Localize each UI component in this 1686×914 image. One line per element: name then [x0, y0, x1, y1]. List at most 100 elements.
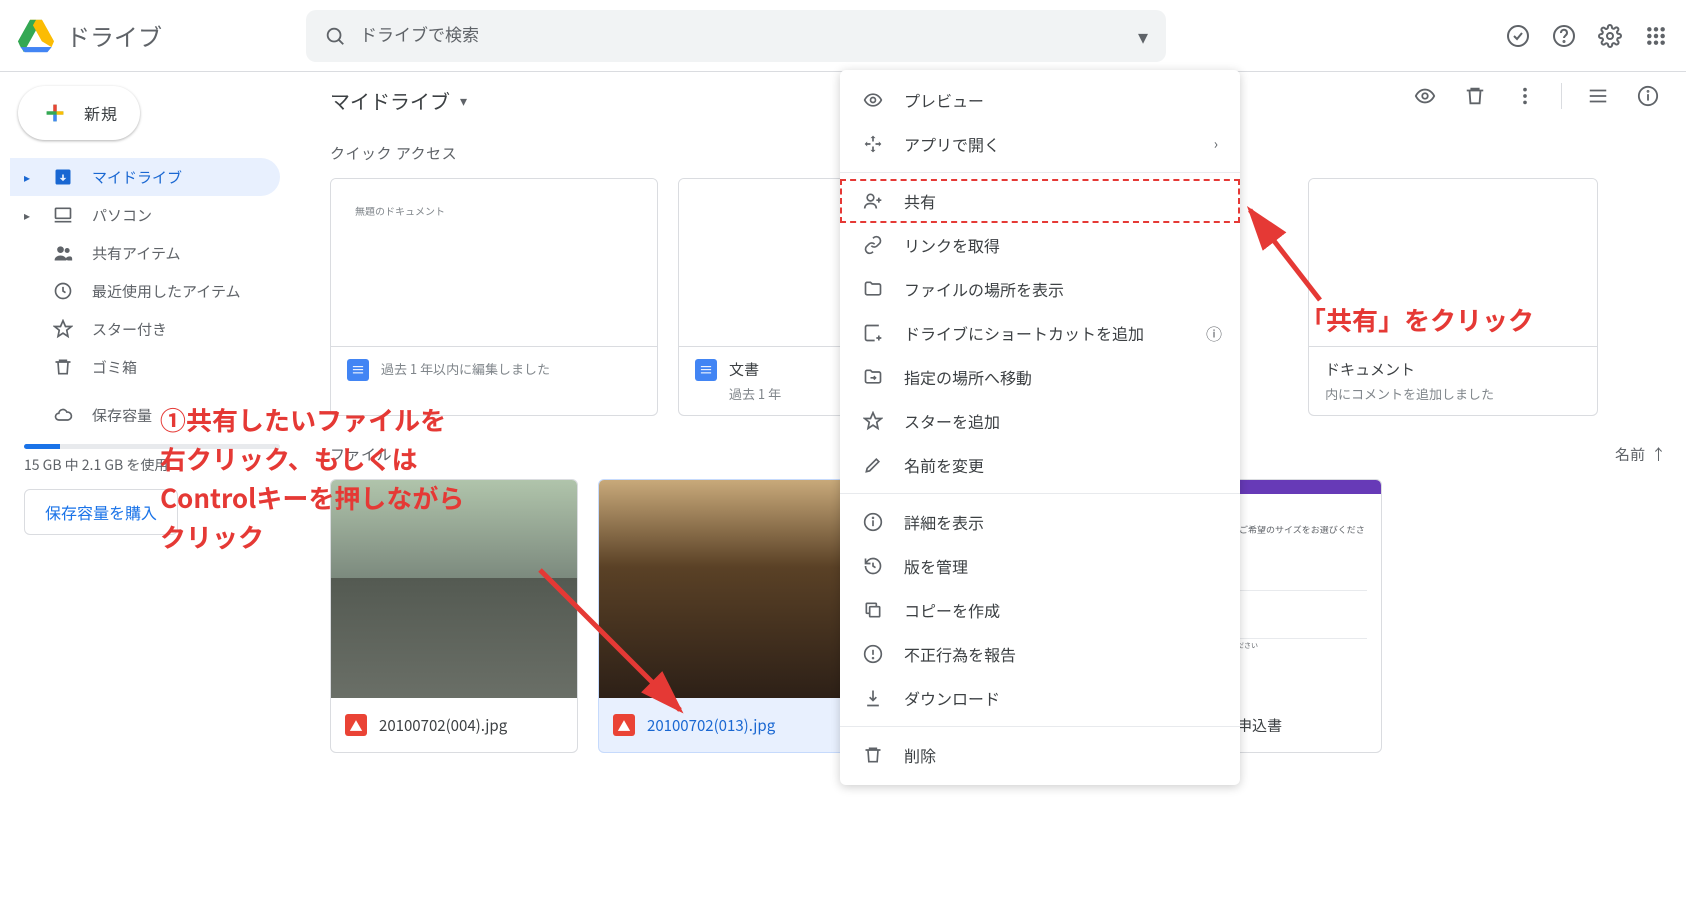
eye-icon: [862, 89, 884, 111]
header: ドライブ ▾: [0, 0, 1686, 72]
ready-offline-icon[interactable]: [1504, 22, 1532, 50]
file-thumbnail: [599, 480, 845, 698]
open-with-icon: [862, 133, 884, 155]
help-icon[interactable]: [1550, 22, 1578, 50]
cm-delete[interactable]: 削除: [840, 733, 1240, 777]
docs-icon: ≡: [347, 359, 369, 381]
list-view-icon[interactable]: [1584, 82, 1612, 110]
annotation-step2: 「共有」をクリック: [1300, 300, 1534, 339]
trash-icon: [52, 356, 74, 378]
chevron-right-icon: ›: [1214, 134, 1218, 154]
cm-move-to[interactable]: 指定の場所へ移動: [840, 355, 1240, 399]
link-icon: [862, 234, 884, 256]
cm-add-shortcut[interactable]: ドライブにショートカットを追加ⓘ: [840, 311, 1240, 355]
arrow-up-icon: ↑: [1651, 444, 1666, 465]
docs-icon: ≡: [695, 359, 717, 381]
copy-icon: [862, 599, 884, 621]
sidebar-item-label: パソコン: [92, 205, 152, 226]
dropdown-icon[interactable]: ▾: [460, 91, 467, 111]
new-button[interactable]: 新規: [18, 86, 140, 140]
card-subtitle: 過去 1 年: [729, 384, 781, 403]
rename-icon: [862, 454, 884, 476]
cm-rename[interactable]: 名前を変更: [840, 443, 1240, 487]
sort-button[interactable]: 名前 ↑: [1615, 444, 1666, 465]
move-icon: [862, 366, 884, 388]
sort-label: 名前: [1615, 444, 1645, 465]
cm-share[interactable]: 共有: [840, 179, 1240, 223]
more-icon[interactable]: [1511, 82, 1539, 110]
sidebar-item-recent[interactable]: 最近使用したアイテム: [10, 272, 280, 310]
buy-storage-button[interactable]: 保存容量を購入: [24, 489, 178, 535]
plus-icon: [40, 98, 70, 128]
expand-icon[interactable]: ▸: [24, 169, 34, 186]
logo-area: ドライブ: [16, 16, 306, 56]
cm-open-with[interactable]: アプリで開く›: [840, 122, 1240, 166]
apps-icon[interactable]: [1642, 22, 1670, 50]
drive-logo-icon[interactable]: [16, 16, 56, 56]
card-subtitle: 過去 1 年以内に編集しました: [381, 359, 550, 378]
sidebar-item-label: スター付き: [92, 319, 167, 340]
card-title: 文書: [729, 359, 781, 380]
info-icon[interactable]: [1634, 82, 1662, 110]
cloud-icon: [52, 404, 74, 426]
sidebar-item-label: 共有アイテム: [92, 243, 181, 264]
help-icon: ⓘ: [1206, 321, 1222, 345]
card-subtitle: 内にコメントを追加しました: [1325, 384, 1494, 403]
search-icon[interactable]: [324, 25, 346, 47]
recent-icon: [52, 280, 74, 302]
star-icon: [52, 318, 74, 340]
my-drive-icon: [52, 166, 74, 188]
person-add-icon: [862, 190, 884, 212]
settings-icon[interactable]: [1596, 22, 1624, 50]
search-bar[interactable]: ▾: [306, 10, 1166, 62]
file-card-selected[interactable]: ▲ 20100702(013).jpg: [598, 479, 846, 753]
sidebar-item-starred[interactable]: スター付き: [10, 310, 280, 348]
context-menu: プレビュー アプリで開く› 共有 リンクを取得 ファイルの場所を表示 ドライブに…: [840, 70, 1240, 785]
annotation-step1: ①共有したいファイルを 右クリック、もしくは Controlキーを押しながら ク…: [160, 400, 464, 556]
sidebar-item-label: ゴミ箱: [92, 357, 137, 378]
history-icon: [862, 555, 884, 577]
folder-icon: [862, 278, 884, 300]
cm-download[interactable]: ダウンロード: [840, 676, 1240, 720]
sidebar-item-my-drive[interactable]: ▸ マイドライブ: [10, 158, 280, 196]
breadcrumb-label: マイドライブ: [330, 86, 450, 115]
cm-details[interactable]: 詳細を表示: [840, 500, 1240, 544]
report-icon: [862, 643, 884, 665]
preview-icon[interactable]: [1411, 82, 1439, 110]
delete-icon[interactable]: [1461, 82, 1489, 110]
file-name: 20100702(004).jpg: [379, 715, 507, 736]
download-icon: [862, 687, 884, 709]
image-icon: ▲: [345, 714, 367, 736]
app-name: ドライブ: [66, 18, 162, 53]
cm-copy[interactable]: コピーを作成: [840, 588, 1240, 632]
sidebar-item-trash[interactable]: ゴミ箱: [10, 348, 280, 386]
card-preview: 無題のドキュメント: [331, 179, 657, 347]
sidebar-item-label: マイドライブ: [92, 167, 182, 188]
card-title: ドキュメント: [1325, 359, 1494, 380]
cm-add-star[interactable]: スターを追加: [840, 399, 1240, 443]
search-options-icon[interactable]: ▾: [1138, 21, 1148, 50]
cm-preview[interactable]: プレビュー: [840, 78, 1240, 122]
quick-access-card[interactable]: 無題のドキュメント ≡ 過去 1 年以内に編集しました: [330, 178, 658, 416]
file-name: 20100702(013).jpg: [647, 715, 775, 736]
cm-versions[interactable]: 版を管理: [840, 544, 1240, 588]
sidebar-item-shared[interactable]: 共有アイテム: [10, 234, 280, 272]
info-icon: [862, 511, 884, 533]
expand-icon[interactable]: ▸: [24, 207, 34, 224]
sidebar-item-label: 保存容量: [92, 405, 152, 426]
sidebar-item-label: 最近使用したアイテム: [92, 281, 241, 302]
sidebar-item-computers[interactable]: ▸ パソコン: [10, 196, 280, 234]
header-actions: [1474, 22, 1670, 50]
new-button-label: 新規: [84, 101, 118, 125]
search-input[interactable]: [360, 26, 1124, 46]
shared-icon: [52, 242, 74, 264]
computer-icon: [52, 204, 74, 226]
cm-get-link[interactable]: リンクを取得: [840, 223, 1240, 267]
quick-access-card[interactable]: ドキュメント 内にコメントを追加しました: [1308, 178, 1598, 416]
toolbar: [1411, 82, 1662, 110]
image-icon: ▲: [613, 714, 635, 736]
cm-show-location[interactable]: ファイルの場所を表示: [840, 267, 1240, 311]
cm-report[interactable]: 不正行為を報告: [840, 632, 1240, 676]
shortcut-icon: [862, 322, 884, 344]
star-icon: [862, 410, 884, 432]
